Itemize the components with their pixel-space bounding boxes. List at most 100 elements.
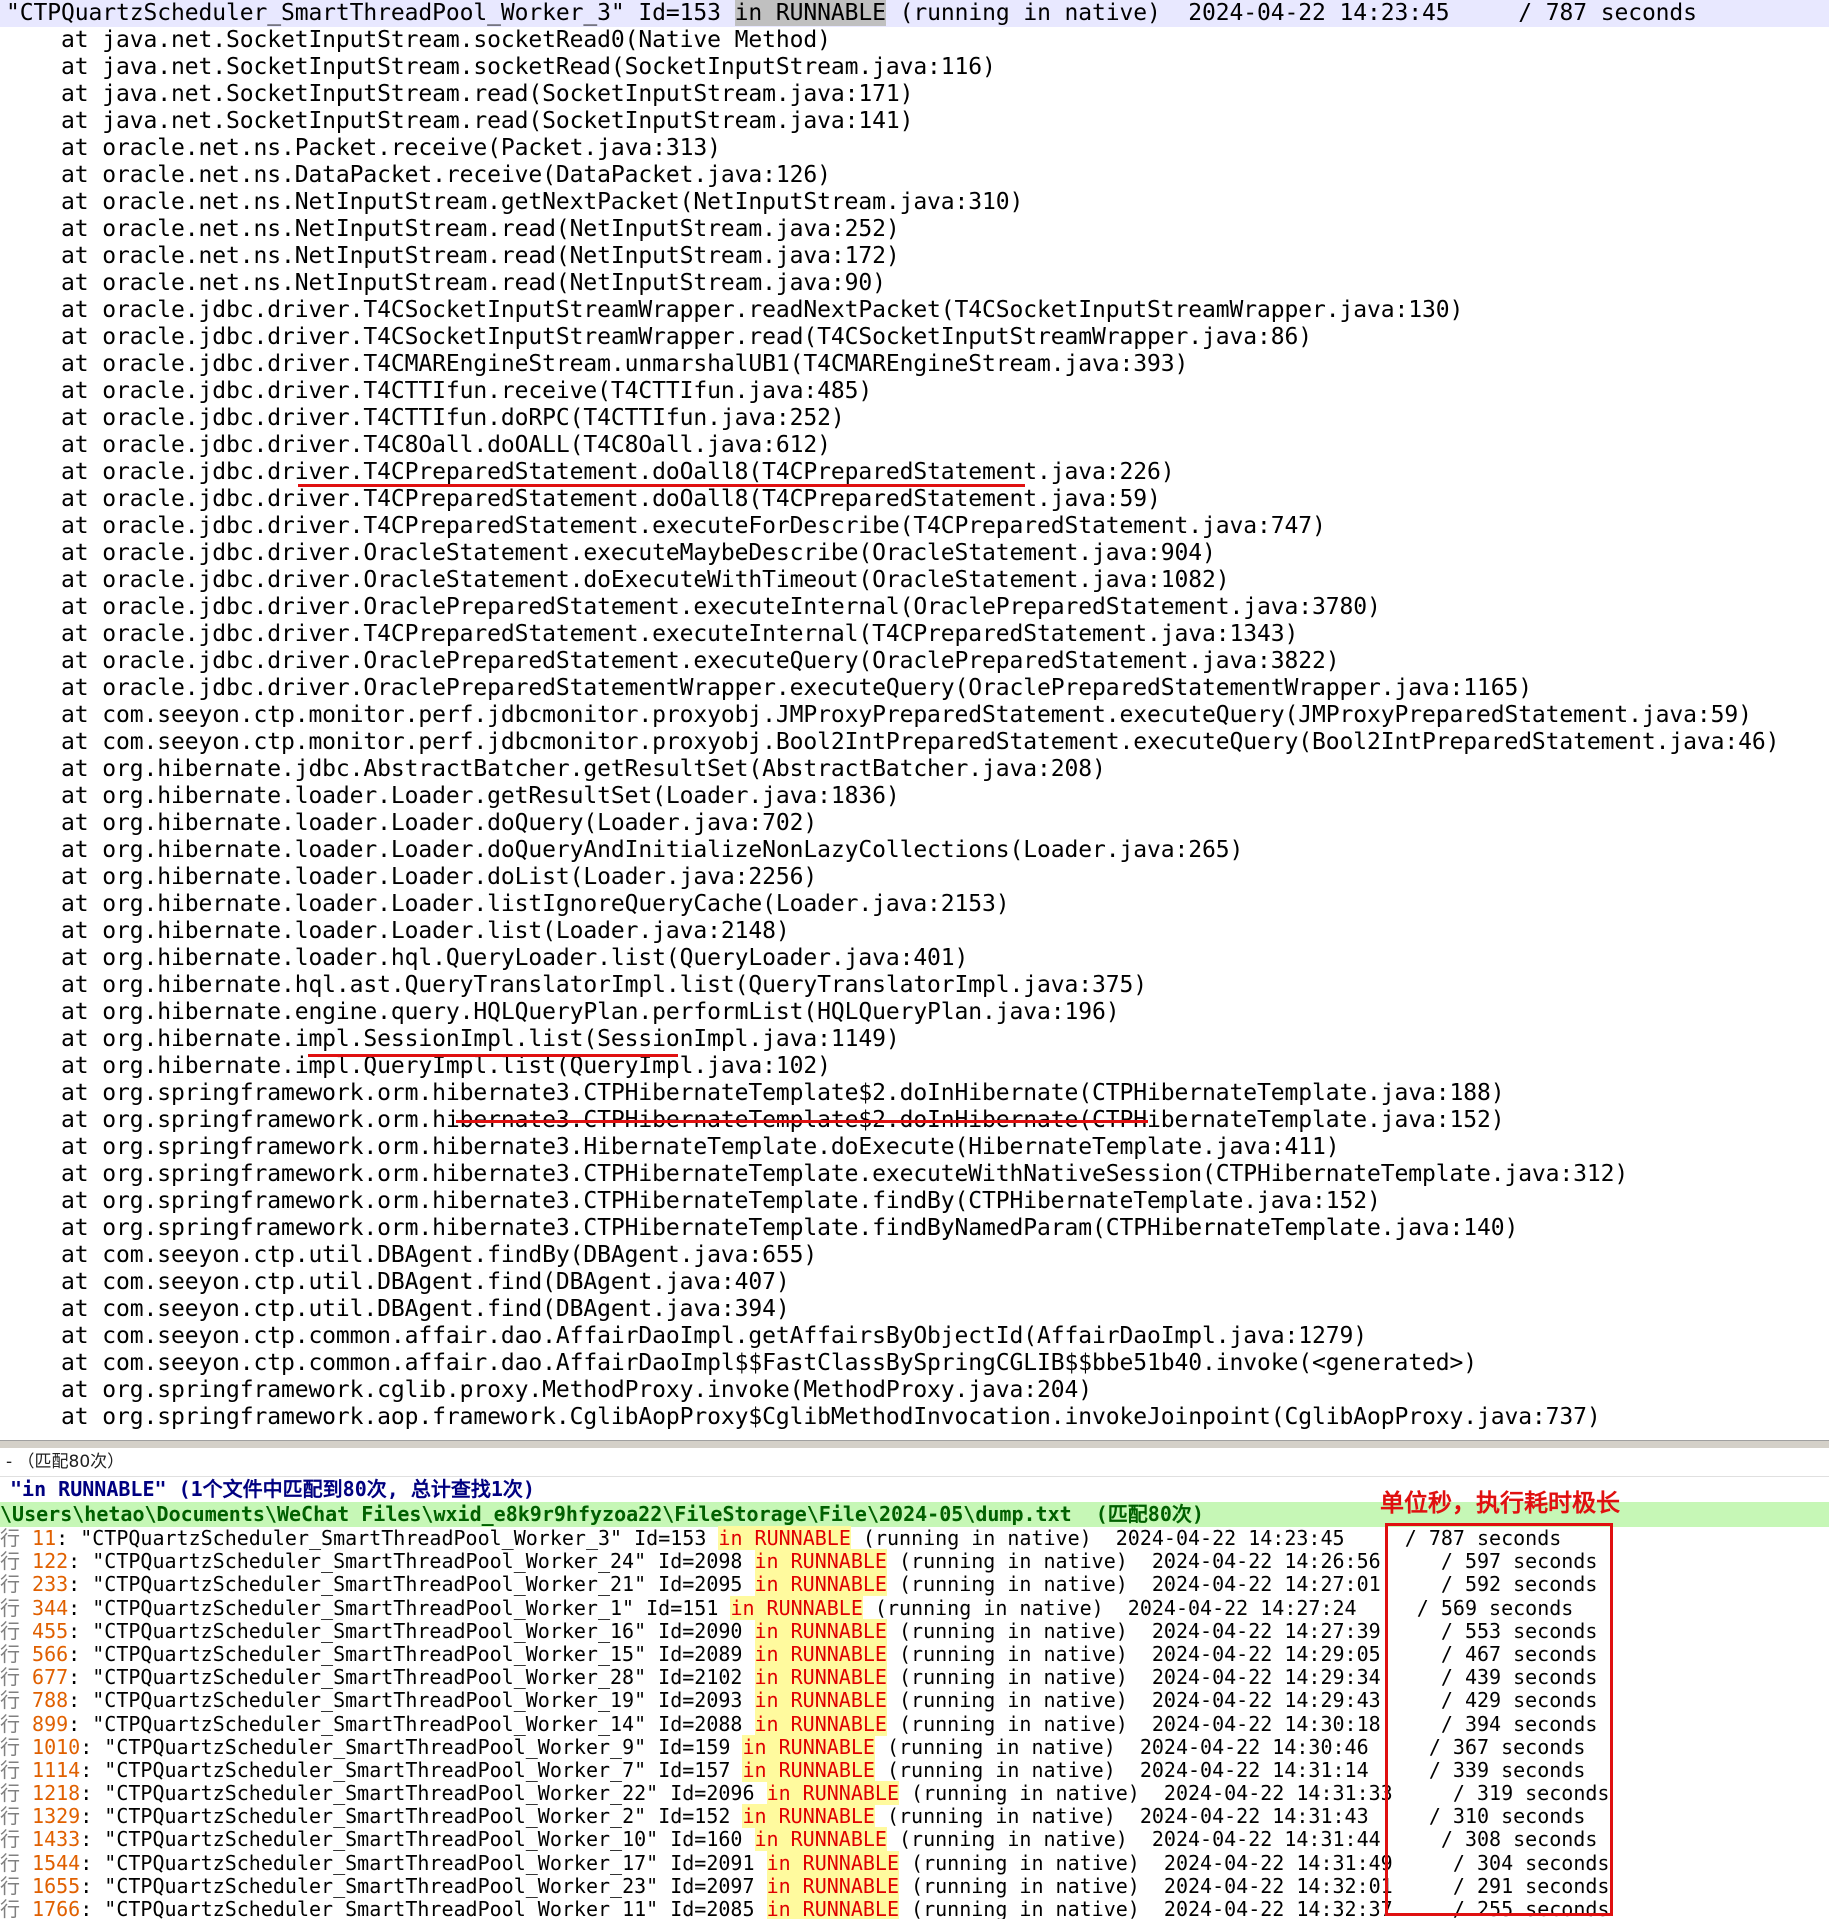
- stack-frame-line: at com.seeyon.ctp.util.DBAgent.findBy(DB…: [6, 1242, 818, 1268]
- result-match-highlight: in RUNNABLE: [742, 1734, 875, 1759]
- result-text: : "CTPQuartzScheduler_SmartThreadPool_Wo…: [68, 1572, 755, 1597]
- result-text: : "CTPQuartzScheduler_SmartThreadPool_Wo…: [68, 1641, 755, 1666]
- annotation-box: [1385, 1523, 1613, 1916]
- stack-frame-line: at oracle.jdbc.driver.T4CSocketInputStre…: [6, 297, 1464, 323]
- thread-header-line: "CTPQuartzScheduler_SmartThreadPool_Work…: [0, 0, 1829, 27]
- stack-frame-line: at com.seeyon.ctp.common.affair.dao.Affa…: [6, 1350, 1477, 1376]
- stack-frame-line: at oracle.net.ns.NetInputStream.getNextP…: [6, 189, 1024, 215]
- stack-frame-line: at com.seeyon.ctp.monitor.perf.jdbcmonit…: [6, 702, 1752, 728]
- result-match-highlight: in RUNNABLE: [754, 1827, 887, 1852]
- stack-frame-line: at oracle.jdbc.driver.T4CPreparedStateme…: [6, 621, 1299, 647]
- stack-frame-line: at java.net.SocketInputStream.read(Socke…: [6, 108, 914, 134]
- result-match-highlight: in RUNNABLE: [742, 1804, 875, 1829]
- stack-frame-line: at java.net.SocketInputStream.read(Socke…: [6, 81, 914, 107]
- stack-frame-line: at org.hibernate.loader.Loader.doQuery(L…: [6, 810, 818, 836]
- stack-frame-line: at org.springframework.orm.hibernate3.Hi…: [6, 1134, 1340, 1160]
- stack-frame-line: at oracle.jdbc.driver.T4C8Oall.doOALL(T4…: [6, 432, 831, 458]
- editor-text-area[interactable]: "CTPQuartzScheduler_SmartThreadPool_Work…: [0, 0, 1829, 1440]
- stack-trace-lines: at java.net.SocketInputStream.socketRead…: [0, 27, 1829, 1431]
- result-line-number: 1766: [32, 1897, 81, 1919]
- result-row-prefix: 行: [0, 1572, 33, 1597]
- stack-frame-line: at org.hibernate.loader.Loader.listIgnor…: [6, 891, 1010, 917]
- result-match-highlight: in RUNNABLE: [754, 1572, 887, 1597]
- stack-frame-line: at org.hibernate.jdbc.AbstractBatcher.ge…: [6, 756, 1106, 782]
- stack-frame-line: at org.hibernate.impl.QueryImpl.list(Que…: [6, 1053, 831, 1079]
- result-match-highlight: in RUNNABLE: [766, 1873, 900, 1898]
- result-row-prefix: 行: [0, 1641, 33, 1666]
- stack-frame-line: at oracle.jdbc.driver.T4CMAREngineStream…: [6, 351, 1189, 377]
- stack-frame-line: at oracle.jdbc.driver.T4CSocketInputStre…: [6, 324, 1312, 350]
- stack-frame-line: at org.hibernate.loader.Loader.getResult…: [6, 783, 900, 809]
- result-line-number: 1655: [32, 1873, 81, 1898]
- result-row-prefix: 行: [0, 1665, 33, 1690]
- result-text: : "CTPQuartzScheduler_SmartThreadPool_Wo…: [80, 1850, 767, 1875]
- stack-frame-line: at oracle.jdbc.driver.OraclePreparedStat…: [6, 648, 1340, 674]
- stack-frame-line: at org.springframework.orm.hibernate3.CT…: [6, 1080, 1505, 1106]
- result-text: : "CTPQuartzScheduler_SmartThreadPool_Wo…: [80, 1827, 755, 1852]
- result-line-number: 566: [32, 1641, 69, 1666]
- result-text: : "CTPQuartzScheduler_SmartThreadPool_Wo…: [80, 1734, 743, 1759]
- result-row-prefix: 行: [0, 1526, 33, 1550]
- stack-frame-line: at org.hibernate.engine.query.HQLQueryPl…: [6, 999, 1120, 1025]
- stack-frame-line: at oracle.jdbc.driver.OracleStatement.do…: [6, 567, 1230, 593]
- underline-executeMaybeDescribe: [298, 484, 1025, 487]
- result-row-prefix: 行: [0, 1595, 33, 1620]
- result-line-number: 1010: [32, 1734, 81, 1759]
- result-text: : "CTPQuartzScheduler_SmartThreadPool_Wo…: [80, 1781, 767, 1806]
- result-line-number: 1329: [32, 1804, 81, 1829]
- result-row-prefix: 行: [0, 1734, 33, 1759]
- result-match-highlight: in RUNNABLE: [754, 1711, 887, 1736]
- stack-frame-line: at oracle.jdbc.driver.T4CTTIfun.doRPC(T4…: [6, 405, 845, 431]
- result-line-number: 677: [32, 1665, 69, 1690]
- result-text: : "CTPQuartzScheduler_SmartThreadPool_Wo…: [68, 1549, 755, 1574]
- stack-frame-line: at org.springframework.orm.hibernate3.CT…: [6, 1215, 1519, 1241]
- stack-frame-line: at oracle.net.ns.DataPacket.receive(Data…: [6, 162, 831, 188]
- result-text: : "CTPQuartzScheduler_SmartThreadPool_Wo…: [68, 1665, 755, 1690]
- result-text: : "CTPQuartzScheduler_SmartThreadPool_Wo…: [80, 1873, 767, 1898]
- result-match-highlight: in RUNNABLE: [754, 1665, 887, 1690]
- result-line-number: 1433: [32, 1827, 81, 1852]
- result-line-number: 788: [32, 1688, 69, 1713]
- stack-frame-line: at org.springframework.orm.hibernate3.CT…: [6, 1188, 1381, 1214]
- result-match-highlight: in RUNNABLE: [718, 1526, 851, 1550]
- result-match-highlight: in RUNNABLE: [754, 1618, 887, 1643]
- stack-frame-line: at org.hibernate.loader.Loader.list(Load…: [6, 918, 790, 944]
- stack-frame-line: at org.hibernate.hql.ast.QueryTranslator…: [6, 972, 1148, 998]
- stack-frame-line: at java.net.SocketInputStream.socketRead…: [6, 54, 996, 80]
- stack-frame-line: at oracle.jdbc.driver.T4CPreparedStateme…: [6, 459, 1175, 485]
- result-row-prefix: 行: [0, 1757, 33, 1782]
- stack-frame-line: at oracle.jdbc.driver.OraclePreparedStat…: [6, 594, 1381, 620]
- underline-getAffairsByObjectId: [456, 1120, 1148, 1123]
- result-match-highlight: in RUNNABLE: [766, 1781, 900, 1806]
- result-match-highlight: in RUNNABLE: [754, 1549, 887, 1574]
- underline-dbagent-findBy: [308, 1054, 678, 1057]
- result-text: : "CTPQuartzScheduler_SmartThreadPool_Wo…: [68, 1711, 755, 1736]
- result-row-prefix: 行: [0, 1618, 33, 1643]
- result-line-number: 11: [32, 1526, 57, 1550]
- result-row-prefix: 行: [0, 1781, 33, 1806]
- result-row-prefix: 行: [0, 1873, 33, 1898]
- result-row-prefix: 行: [0, 1804, 33, 1829]
- stack-frame-line: at oracle.net.ns.NetInputStream.read(Net…: [6, 216, 900, 242]
- result-row-prefix: 行: [0, 1850, 33, 1875]
- result-match-highlight: in RUNNABLE: [754, 1688, 887, 1713]
- result-text: : "CTPQuartzScheduler_SmartThreadPool_Wo…: [68, 1618, 755, 1643]
- result-text: : "CTPQuartzScheduler_SmartThreadPool_Wo…: [68, 1595, 731, 1620]
- stack-frame-line: at oracle.net.ns.NetInputStream.read(Net…: [6, 270, 886, 296]
- stack-frame-line: at org.hibernate.loader.Loader.doList(Lo…: [6, 864, 818, 890]
- stack-frame-line: at org.hibernate.loader.hql.QueryLoader.…: [6, 945, 969, 971]
- result-line-number: 1114: [32, 1757, 81, 1782]
- stack-frame-line: at org.springframework.orm.hibernate3.CT…: [6, 1161, 1629, 1187]
- stack-frame-line: at oracle.jdbc.driver.OracleStatement.ex…: [6, 540, 1216, 566]
- stack-frame-line: at org.springframework.cglib.proxy.Metho…: [6, 1377, 1093, 1403]
- stack-frame-line: at org.hibernate.loader.Loader.doQueryAn…: [6, 837, 1244, 863]
- result-line-number: 233: [32, 1572, 69, 1597]
- result-match-highlight: in RUNNABLE: [766, 1850, 900, 1875]
- result-text: : "CTPQuartzScheduler_SmartThreadPool_Wo…: [56, 1526, 719, 1550]
- result-line-number: 1544: [32, 1850, 81, 1875]
- result-text: : "CTPQuartzScheduler_SmartThreadPool_Wo…: [68, 1688, 755, 1713]
- stack-frame-line: at oracle.net.ns.NetInputStream.read(Net…: [6, 243, 900, 269]
- result-match-highlight: in RUNNABLE: [766, 1897, 900, 1919]
- result-text: : "CTPQuartzScheduler_SmartThreadPool_Wo…: [80, 1897, 767, 1919]
- result-row-prefix: 行: [0, 1711, 33, 1736]
